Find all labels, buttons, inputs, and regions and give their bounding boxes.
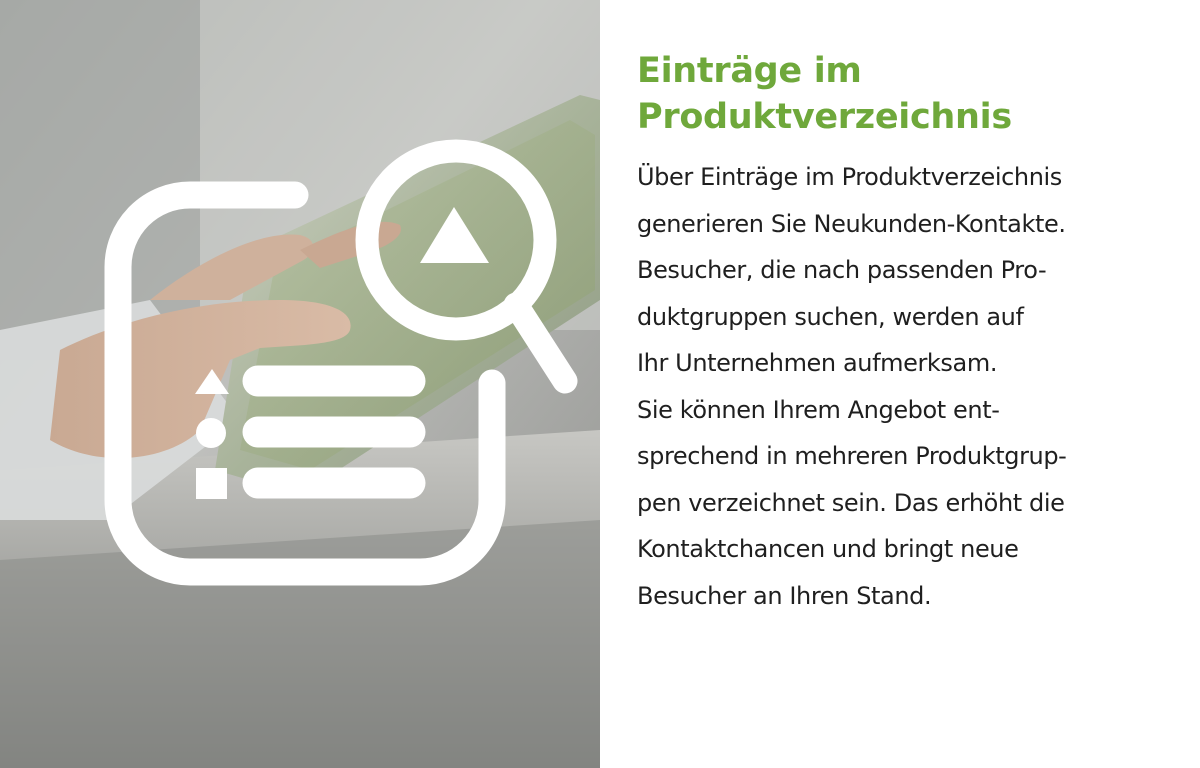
page-title: Einträge im Produktverzeichnis bbox=[637, 48, 1167, 140]
list-square-bullet bbox=[196, 468, 227, 499]
product-directory-search-icon bbox=[104, 139, 578, 586]
description-line: pen verzeichnet sein. Das erhöht die bbox=[637, 488, 1065, 517]
text-panel: Einträge im Produktverzeichnis Über Eint… bbox=[637, 48, 1167, 619]
list-circle-bullet bbox=[196, 418, 226, 448]
description-line: generieren Sie Neukunden-Kontakte. bbox=[637, 209, 1066, 238]
magnifier-triangle bbox=[420, 207, 489, 263]
title-line: Einträge im bbox=[637, 51, 862, 91]
magnifier-handle bbox=[503, 292, 578, 394]
description-line: sprechend in mehreren Produktgrup- bbox=[637, 442, 1067, 470]
description-line: Über Einträge im Produktverzeichnis bbox=[637, 163, 1062, 191]
description-line: Besucher, die nach passenden Pro- bbox=[637, 256, 1047, 284]
description-line: Ihr Unternehmen aufmerksam. bbox=[637, 349, 998, 377]
description-line: Sie können Ihrem Angebot ent- bbox=[637, 395, 1000, 424]
description: Über Einträge im Produktverzeichnis gene… bbox=[637, 154, 1167, 619]
title-line: Produktverzeichnis bbox=[637, 97, 1012, 137]
description-line: Besucher an Ihren Stand. bbox=[637, 581, 932, 610]
hero-photo bbox=[0, 0, 600, 768]
page: Einträge im Produktverzeichnis Über Eint… bbox=[0, 0, 1200, 768]
list-triangle-bullet bbox=[195, 369, 229, 394]
description-line: Kontaktchancen und bringt neue bbox=[637, 535, 1019, 563]
description-line: duktgruppen suchen, werden auf bbox=[637, 302, 1024, 331]
